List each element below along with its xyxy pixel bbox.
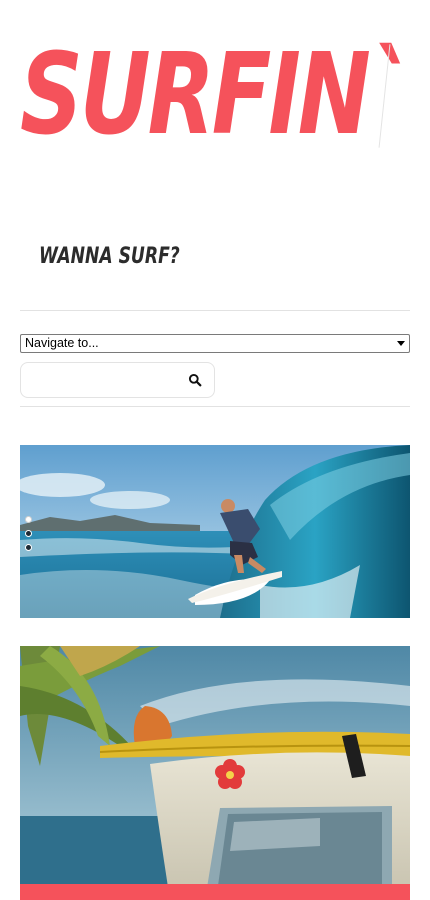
van-surfboard-picture — [20, 646, 410, 900]
slider-dot-1[interactable] — [25, 516, 32, 523]
chevron-down-icon — [397, 341, 405, 346]
slider-image-van[interactable] — [20, 646, 410, 900]
search-icon[interactable] — [188, 373, 202, 387]
navigate-to-select[interactable]: Navigate to... — [20, 334, 410, 353]
surfer-wave-picture — [20, 445, 410, 618]
site-tagline: WANNA SURF? — [39, 244, 180, 269]
slider-dot-3[interactable] — [25, 544, 32, 551]
slider-pagination — [25, 516, 33, 556]
header-divider-bottom — [20, 406, 410, 407]
slider-image-surfer[interactable] — [20, 445, 410, 618]
logo-text: SURFIN` — [20, 30, 411, 160]
header-divider-top — [20, 310, 410, 311]
site-logo[interactable]: SURFIN` — [20, 36, 420, 154]
search-input[interactable] — [27, 369, 177, 391]
slider-dot-2[interactable] — [25, 530, 32, 537]
search-box — [20, 362, 215, 398]
navigate-to-select-value: Navigate to... — [25, 336, 99, 350]
